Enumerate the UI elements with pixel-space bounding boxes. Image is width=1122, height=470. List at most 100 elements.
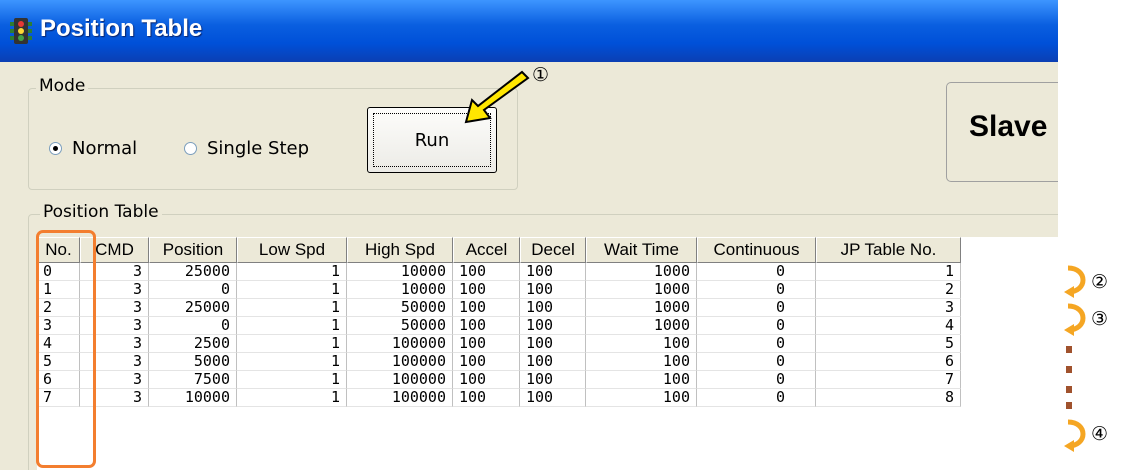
cell-position[interactable]: 5000 [149, 353, 237, 371]
cell-accel[interactable]: 100 [453, 389, 520, 407]
cell-jp-table-no[interactable]: 7 [816, 371, 961, 389]
table-row[interactable]: 6 3 7500 1 100000 100 100 100 0 7 [37, 371, 961, 389]
cell-low-spd[interactable]: 1 [237, 353, 347, 371]
cell-position[interactable]: 10000 [149, 389, 237, 407]
cell-decel[interactable]: 100 [520, 353, 586, 371]
cell-jp-table-no[interactable]: 4 [816, 317, 961, 335]
cell-jp-table-no[interactable]: 8 [816, 389, 961, 407]
table-row[interactable]: 2 3 25000 1 50000 100 100 1000 0 3 [37, 299, 961, 317]
cell-jp-table-no[interactable]: 6 [816, 353, 961, 371]
cell-low-spd[interactable]: 1 [237, 389, 347, 407]
cell-accel[interactable]: 100 [453, 299, 520, 317]
column-header-low-spd[interactable]: Low Spd [237, 237, 347, 263]
cell-continuous[interactable]: 0 [697, 299, 816, 317]
cell-accel[interactable]: 100 [453, 353, 520, 371]
mode-group-label: Mode [36, 76, 89, 96]
table-row[interactable]: 7 3 10000 1 100000 100 100 100 0 8 [37, 389, 961, 407]
slave-panel: Slave [946, 82, 1058, 182]
cell-jp-table-no[interactable]: 5 [816, 335, 961, 353]
column-header-continuous[interactable]: Continuous [697, 237, 816, 263]
cell-position[interactable]: 2500 [149, 335, 237, 353]
cell-continuous[interactable]: 0 [697, 335, 816, 353]
table-row[interactable]: 5 3 5000 1 100000 100 100 100 0 6 [37, 353, 961, 371]
mode-normal-radio[interactable]: Normal [49, 138, 137, 159]
cell-wait-time[interactable]: 1000 [586, 299, 697, 317]
cell-low-spd[interactable]: 1 [237, 299, 347, 317]
annotation-step-4: ④ [1091, 423, 1109, 445]
table-row[interactable]: 3 3 0 1 50000 100 100 1000 0 4 [37, 317, 961, 335]
cell-decel[interactable]: 100 [520, 299, 586, 317]
ellipsis-dot [1066, 366, 1072, 373]
table-row[interactable]: 0 3 25000 1 10000 100 100 1000 0 1 [37, 263, 961, 281]
annotation-step-2: ② [1091, 271, 1109, 293]
cell-continuous[interactable]: 0 [697, 389, 816, 407]
cell-low-spd[interactable]: 1 [237, 263, 347, 281]
cell-continuous[interactable]: 0 [697, 263, 816, 281]
loop-arrow-icon [1064, 419, 1086, 452]
cell-position[interactable]: 0 [149, 281, 237, 299]
mode-normal-label: Normal [72, 138, 138, 159]
cell-jp-table-no[interactable]: 3 [816, 299, 961, 317]
cell-wait-time[interactable]: 100 [586, 389, 697, 407]
cell-position[interactable]: 25000 [149, 299, 237, 317]
cell-high-spd[interactable]: 10000 [347, 281, 453, 299]
cell-decel[interactable]: 100 [520, 335, 586, 353]
cell-wait-time[interactable]: 1000 [586, 317, 697, 335]
annotation-step-1: ① [532, 64, 550, 86]
cell-continuous[interactable]: 0 [697, 317, 816, 335]
ellipsis-dot [1066, 402, 1072, 409]
column-header-decel[interactable]: Decel [520, 237, 586, 263]
cell-decel[interactable]: 100 [520, 317, 586, 335]
cell-low-spd[interactable]: 1 [237, 371, 347, 389]
cell-continuous[interactable]: 0 [697, 281, 816, 299]
cell-low-spd[interactable]: 1 [237, 281, 347, 299]
cell-wait-time[interactable]: 1000 [586, 281, 697, 299]
cell-decel[interactable]: 100 [520, 281, 586, 299]
cell-decel[interactable]: 100 [520, 371, 586, 389]
table-row[interactable]: 1 3 0 1 10000 100 100 1000 0 2 [37, 281, 961, 299]
column-header-accel[interactable]: Accel [453, 237, 520, 263]
table-row[interactable]: 4 3 2500 1 100000 100 100 100 0 5 [37, 335, 961, 353]
cell-low-spd[interactable]: 1 [237, 335, 347, 353]
cell-high-spd[interactable]: 10000 [347, 263, 453, 281]
position-table-grid[interactable]: No. CMD Position Low Spd High Spd Accel … [37, 237, 1058, 470]
cell-position[interactable]: 25000 [149, 263, 237, 281]
column-header-wait-time[interactable]: Wait Time [586, 237, 697, 263]
cell-continuous[interactable]: 0 [697, 371, 816, 389]
cell-accel[interactable]: 100 [453, 317, 520, 335]
title-bar[interactable]: Position Table [0, 0, 1058, 62]
cell-accel[interactable]: 100 [453, 335, 520, 353]
column-header-jp-table-no[interactable]: JP Table No. [816, 237, 961, 263]
cell-high-spd[interactable]: 100000 [347, 389, 453, 407]
cell-accel[interactable]: 100 [453, 281, 520, 299]
mode-single-step-radio[interactable]: Single Step [184, 138, 309, 159]
cell-position[interactable]: 0 [149, 317, 237, 335]
radio-unselected-indicator [184, 142, 197, 155]
loop-arrow-icon [1064, 265, 1086, 298]
radio-selected-indicator [49, 142, 62, 155]
cell-decel[interactable]: 100 [520, 263, 586, 281]
column-header-high-spd[interactable]: High Spd [347, 237, 453, 263]
no-column-highlight [36, 230, 96, 468]
cell-jp-table-no[interactable]: 2 [816, 281, 961, 299]
cell-wait-time[interactable]: 100 [586, 371, 697, 389]
cell-high-spd[interactable]: 100000 [347, 353, 453, 371]
cell-high-spd[interactable]: 100000 [347, 371, 453, 389]
cell-accel[interactable]: 100 [453, 371, 520, 389]
cell-high-spd[interactable]: 50000 [347, 317, 453, 335]
cell-jp-table-no[interactable]: 1 [816, 263, 961, 281]
cell-wait-time[interactable]: 1000 [586, 263, 697, 281]
cell-continuous[interactable]: 0 [697, 353, 816, 371]
ellipsis-dot [1066, 346, 1072, 353]
cell-low-spd[interactable]: 1 [237, 317, 347, 335]
column-header-position[interactable]: Position [149, 237, 237, 263]
loop-arrow-icon [1064, 303, 1086, 336]
cell-accel[interactable]: 100 [453, 263, 520, 281]
cell-wait-time[interactable]: 100 [586, 335, 697, 353]
cell-high-spd[interactable]: 100000 [347, 335, 453, 353]
cell-position[interactable]: 7500 [149, 371, 237, 389]
cell-high-spd[interactable]: 50000 [347, 299, 453, 317]
cell-decel[interactable]: 100 [520, 389, 586, 407]
cell-wait-time[interactable]: 100 [586, 353, 697, 371]
position-table-window: Position Table Mode Normal Single Step R… [0, 0, 1058, 470]
